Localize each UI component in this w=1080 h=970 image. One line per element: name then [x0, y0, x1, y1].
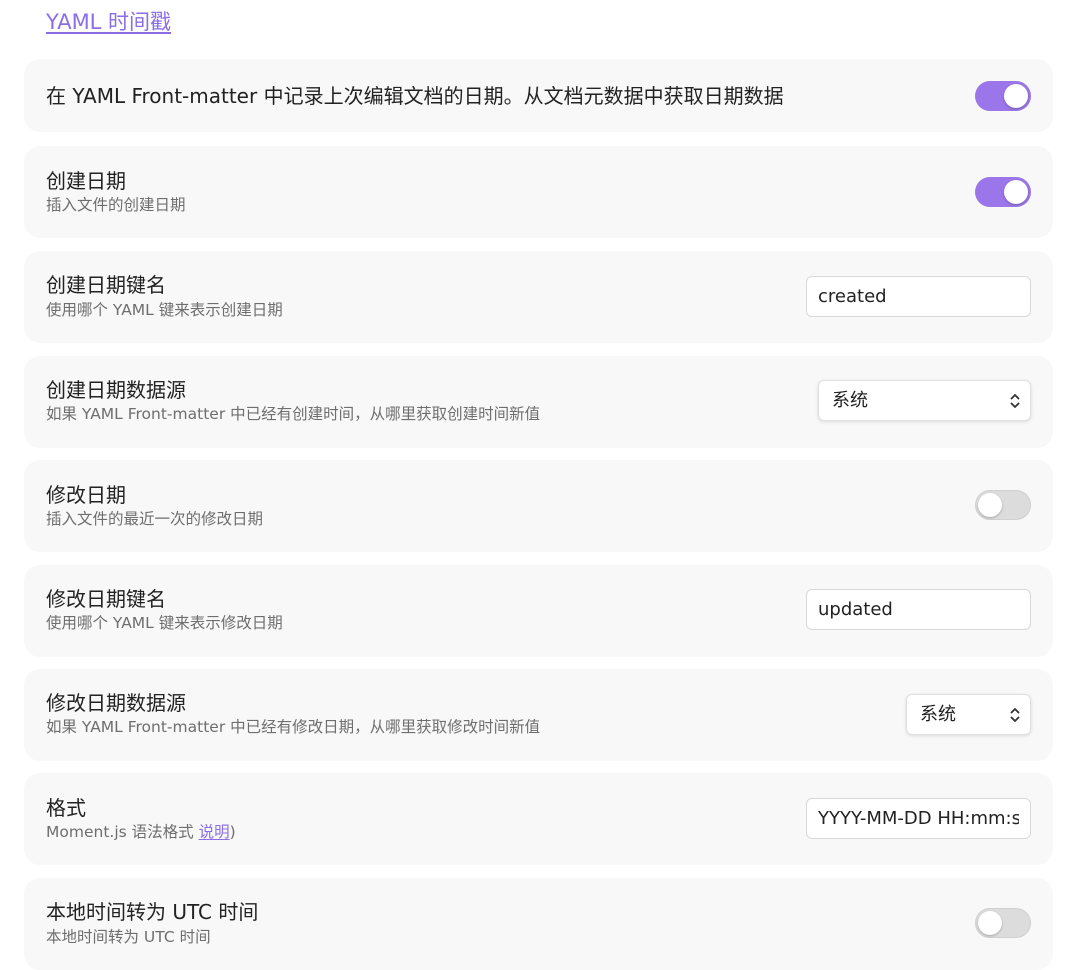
setting-utc-card: 本地时间转为 UTC 时间 本地时间转为 UTC 时间	[24, 878, 1053, 970]
created-key-input[interactable]	[806, 276, 1031, 317]
chevron-up-down-icon	[1010, 394, 1020, 408]
modified-key-input[interactable]	[806, 589, 1031, 630]
setting-modified-source-card: 修改日期数据源 如果 YAML Front-matter 中已经有修改日期，从哪…	[24, 669, 1053, 761]
setting-utc-description: 本地时间转为 UTC 时间	[46, 928, 211, 946]
setting-modified-date-card: 修改日期 插入文件的最近一次的修改日期	[24, 460, 1053, 552]
modified-source-select[interactable]: 系统	[906, 694, 1031, 735]
setting-created-source-description: 如果 YAML Front-matter 中已经有创建时间，从哪里获取创建时间新…	[46, 405, 541, 423]
format-description-text: Moment.js 语法格式	[46, 823, 199, 841]
setting-modified-source-title: 修改日期数据源	[46, 691, 186, 715]
yaml-timestamp-section-link[interactable]: YAML 时间戳	[46, 8, 171, 36]
chevron-up-down-icon	[1010, 708, 1020, 722]
setting-format-description: Moment.js 语法格式 说明)	[46, 822, 236, 842]
setting-created-key-card: 创建日期键名 使用哪个 YAML 键来表示创建日期	[24, 251, 1053, 343]
setting-created-date-card: 创建日期 插入文件的创建日期	[24, 146, 1053, 238]
setting-format-card: 格式 Moment.js 语法格式 说明)	[24, 773, 1053, 865]
format-description-suffix: )	[229, 823, 236, 841]
setting-modified-key-card: 修改日期键名 使用哪个 YAML 键来表示修改日期	[24, 565, 1053, 657]
setting-created-date-title: 创建日期	[46, 169, 126, 193]
setting-created-key-title: 创建日期键名	[46, 273, 166, 297]
created-source-select[interactable]: 系统	[818, 380, 1031, 421]
toggle-knob	[978, 493, 1002, 517]
modified-source-selected: 系统	[920, 704, 956, 725]
enable-toggle[interactable]	[975, 81, 1031, 111]
setting-modified-key-description: 使用哪个 YAML 键来表示修改日期	[46, 614, 283, 632]
format-docs-link[interactable]: 说明	[199, 823, 230, 841]
setting-created-source-title: 创建日期数据源	[46, 378, 186, 402]
setting-enable-card: 在 YAML Front-matter 中记录上次编辑文档的日期。从文档元数据中…	[24, 59, 1053, 132]
setting-utc-title: 本地时间转为 UTC 时间	[46, 900, 259, 924]
modified-date-toggle[interactable]	[975, 490, 1031, 520]
setting-created-source-card: 创建日期数据源 如果 YAML Front-matter 中已经有创建时间，从哪…	[24, 356, 1053, 448]
utc-toggle[interactable]	[975, 908, 1031, 938]
setting-modified-date-title: 修改日期	[46, 483, 126, 507]
setting-modified-source-description: 如果 YAML Front-matter 中已经有修改日期，从哪里获取修改时间新…	[46, 718, 541, 736]
setting-format-title: 格式	[46, 796, 86, 820]
toggle-knob	[1004, 180, 1028, 204]
created-source-selected: 系统	[832, 390, 868, 411]
setting-created-date-description: 插入文件的创建日期	[46, 196, 186, 214]
toggle-knob	[1004, 84, 1028, 108]
created-date-toggle[interactable]	[975, 177, 1031, 207]
setting-created-key-description: 使用哪个 YAML 键来表示创建日期	[46, 301, 283, 319]
setting-modified-date-description: 插入文件的最近一次的修改日期	[46, 510, 264, 528]
setting-modified-key-title: 修改日期键名	[46, 587, 166, 611]
format-input[interactable]	[806, 798, 1031, 839]
setting-enable-title: 在 YAML Front-matter 中记录上次编辑文档的日期。从文档元数据中…	[46, 84, 784, 108]
toggle-knob	[978, 911, 1002, 935]
